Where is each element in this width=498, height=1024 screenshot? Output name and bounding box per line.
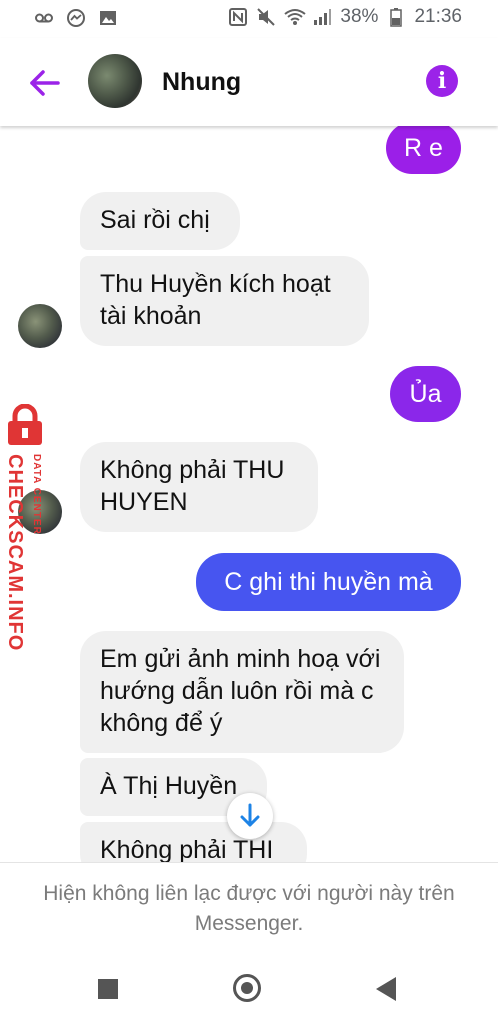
watermark: CHECKSCAM.INFO DATA CENTER <box>0 403 58 654</box>
mute-icon <box>256 7 276 27</box>
system-nav-bar <box>0 958 498 1024</box>
arrow-down-icon <box>240 803 260 827</box>
back-icon[interactable] <box>376 977 396 1001</box>
message-list[interactable]: R e Sai rồi chị Thu Huyền kích hoạt tài … <box>0 126 498 862</box>
unavailable-notice: Hiện không liên lạc được với người này t… <box>0 862 498 959</box>
lock-icon <box>4 403 46 446</box>
notice-text: Hiện không liên lạc được với người này t… <box>43 882 455 935</box>
nfc-icon <box>228 7 248 27</box>
contact-avatar[interactable] <box>88 54 142 108</box>
watermark-text: CHECKSCAM.INFO <box>4 454 26 652</box>
scroll-to-bottom-button[interactable] <box>227 793 273 839</box>
message-bubble-sent[interactable]: Ủa <box>390 366 461 422</box>
status-bar: 38% 21:36 <box>0 0 498 38</box>
message-bubble-received[interactable]: Sai rồi chị <box>80 192 240 250</box>
signal-icon <box>312 7 332 27</box>
sender-avatar <box>18 304 62 348</box>
message-bubble-sent[interactable]: C ghi thi huyền mà <box>196 553 461 611</box>
battery-icon <box>386 7 406 27</box>
watermark-subtext: DATA CENTER <box>31 454 42 535</box>
home-icon[interactable] <box>233 974 261 1002</box>
clock: 21:36 <box>414 6 462 27</box>
contact-name[interactable]: Nhung <box>162 68 241 97</box>
recent-apps-icon[interactable] <box>98 979 118 999</box>
messenger-icon <box>66 8 86 28</box>
message-bubble-sent[interactable]: R e <box>386 126 461 174</box>
message-bubble-received[interactable]: Em gửi ảnh minh hoạ với hướng dẫn luôn r… <box>80 631 404 753</box>
gallery-icon <box>98 8 118 28</box>
message-bubble-received[interactable]: Thu Huyền kích hoạt tài khoản <box>80 256 369 346</box>
battery-percent: 38% <box>340 6 379 27</box>
message-bubble-received[interactable]: Không phải THU HUYEN <box>80 442 318 532</box>
info-icon[interactable]: i <box>426 65 458 97</box>
back-arrow-icon[interactable] <box>28 66 62 100</box>
conversation-header: Nhung i <box>0 38 498 126</box>
voicemail-icon <box>34 8 54 28</box>
wifi-icon <box>284 7 307 27</box>
